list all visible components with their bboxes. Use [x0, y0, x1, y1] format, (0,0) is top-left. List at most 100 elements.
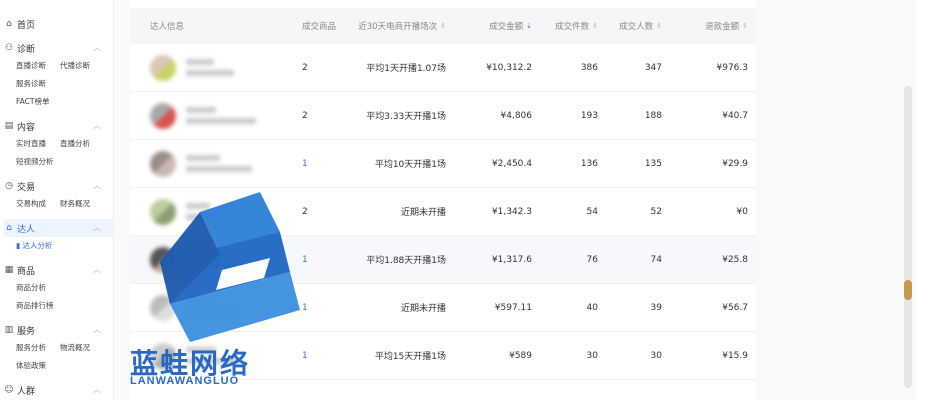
talent-info-cell [150, 92, 256, 139]
goods-count-cell[interactable]: 2 [302, 44, 308, 91]
refund-cell: ¥56.7 [722, 302, 748, 313]
sidebar-group-header[interactable]: ⚇ 诊断 ︿ [4, 39, 113, 57]
sidebar-group-header[interactable]: ▥ 服务 ︿ [4, 321, 113, 339]
sidebar-group-header[interactable]: ▤ 内容 ︿ [4, 117, 113, 135]
people-cell: 74 [650, 254, 662, 265]
sidebar-item[interactable]: 服务诊断 [16, 75, 60, 93]
scrollbar-thumb[interactable] [904, 280, 912, 300]
amount-cell: ¥4,806 [500, 110, 533, 121]
sidebar-group-header[interactable]: ◷ 交易 ︿ [4, 177, 113, 195]
sidebar-item[interactable]: 实时直播 [16, 135, 60, 153]
sort-icon[interactable]: ⇕ [592, 22, 598, 30]
sidebar-item[interactable]: 物流概况 [60, 339, 104, 357]
sidebar-item[interactable]: 直播分析 [60, 135, 104, 153]
sidebar-group-header[interactable]: ▦ 商品 ︿ [4, 261, 113, 279]
header-refund[interactable]: 退款金额 ⇕ [705, 8, 748, 44]
sidebar-item[interactable]: 短视频分析 [16, 153, 104, 171]
blurred-talent-name [186, 107, 256, 124]
sidebar-item[interactable]: 体验政策 [16, 357, 60, 375]
watermark-subtitle: LANWAWANGLUO [130, 375, 240, 387]
goods-icon: ▦ [4, 265, 14, 275]
sidebar-item[interactable]: FACT榜单 [16, 93, 104, 111]
sort-icon[interactable]: ⇕ [742, 22, 748, 30]
goods-count-cell[interactable]: 2 [302, 92, 308, 139]
header-amount[interactable]: 成交金额 ⇣ [489, 8, 532, 44]
chevron-up-icon[interactable]: ︿ [93, 120, 101, 131]
sidebar-item[interactable]: 直播诊断 [16, 57, 60, 75]
goods-count-cell[interactable]: 1 [302, 140, 308, 187]
live-frequency-cell: 平均10天开播1场 [374, 160, 446, 170]
sort-desc-icon[interactable]: ⇣ [526, 22, 532, 30]
sidebar-group-2: ▤ 内容 ︿ 实时直播 直播分析 短视频分析 [0, 117, 113, 171]
header-live-frequency[interactable]: 近30天电商开播场次 ⇕ [358, 8, 446, 44]
header-amount-label: 成交金额 [489, 22, 524, 32]
people-cell: 188 [644, 110, 662, 121]
header-pieces[interactable]: 成交件数 ⇕ [555, 8, 598, 44]
sidebar-group-label: 交易 [17, 182, 36, 193]
sidebar-group-header[interactable]: ☺ 人群 ︿ [4, 381, 113, 399]
header-live-frequency-label: 近30天电商开播场次 [358, 22, 438, 32]
refund-cell: ¥40.7 [722, 110, 748, 121]
sidebar-group-6: ▥ 服务 ︿ 服务分析 物流概况 体验政策 [0, 321, 113, 375]
sidebar-group-header[interactable]: ⌂ 首页 [4, 15, 113, 33]
sidebar-group-header[interactable]: ⌂ 达人 ︿ [4, 219, 113, 237]
watermark-logo: 蓝蛙网络 LANWAWANGLUO [130, 192, 320, 392]
chevron-up-icon[interactable]: ︿ [93, 42, 101, 53]
sidebar-group-label: 内容 [17, 122, 36, 133]
talent-info-cell [150, 140, 252, 187]
header-goods: 成交商品 [302, 22, 337, 32]
refund-cell: ¥15.9 [722, 350, 748, 361]
sort-icon[interactable]: ⇕ [656, 22, 662, 30]
sidebar-item[interactable]: 财务概况 [60, 195, 104, 213]
chevron-up-icon[interactable]: ︿ [93, 264, 101, 275]
avatar [150, 150, 176, 177]
sidebar-group-0: ⌂ 首页 [0, 15, 113, 33]
avatar [150, 102, 176, 129]
table-row[interactable]: 2 平均3.33天开播1场 ¥4,806 193 188 ¥40.7 [130, 92, 756, 140]
sidebar-item[interactable]: 服务分析 [16, 339, 60, 357]
table-row[interactable]: 2 平均1天开播1.07场 ¥10,312.2 386 347 ¥976.3 [130, 44, 756, 92]
amount-cell: ¥2,450.4 [491, 158, 532, 169]
sidebar-group-4: ⌂ 达人 ︿ ▮ 达人分析 [0, 219, 113, 255]
sidebar-group-label: 商品 [17, 266, 36, 277]
header-pieces-label: 成交件数 [555, 22, 590, 32]
chevron-up-icon[interactable]: ︿ [93, 222, 101, 233]
trade-icon: ◷ [5, 181, 13, 191]
sidebar-group-label: 首页 [17, 20, 36, 31]
sidebar-sub-items: 服务分析 物流概况 体验政策 [4, 339, 113, 375]
pieces-cell: 40 [586, 302, 598, 313]
sidebar-item[interactable]: ▮ 达人分析 [16, 237, 104, 255]
people-cell: 30 [650, 350, 662, 361]
sidebar-item[interactable]: 商品分析 [16, 279, 60, 297]
vertical-scrollbar[interactable] [904, 86, 912, 388]
avatar [150, 54, 176, 81]
chevron-up-icon[interactable]: ︿ [93, 384, 101, 395]
header-refund-label: 退款金额 [705, 22, 740, 32]
sidebar-item[interactable]: 代播诊断 [60, 57, 104, 75]
sidebar-item[interactable]: 交易构成 [16, 195, 60, 213]
people-cell: 347 [644, 62, 662, 73]
amount-cell: ¥1,342.3 [491, 206, 532, 217]
table-row[interactable]: 1 平均10天开播1场 ¥2,450.4 136 135 ¥29.9 [130, 140, 756, 188]
live-frequency-cell: 平均1.88天开播1场 [366, 256, 446, 266]
live-frequency-cell: 平均15天开播1场 [374, 352, 446, 362]
pieces-cell: 30 [586, 350, 598, 361]
sidebar-group-label: 人群 [17, 386, 36, 397]
chevron-up-icon[interactable]: ︿ [93, 324, 101, 335]
content-icon: ▤ [4, 121, 14, 131]
people-cell: 39 [650, 302, 662, 313]
sort-icon[interactable]: ⇕ [440, 22, 446, 30]
amount-cell: ¥589 [509, 350, 532, 361]
sidebar-group-label: 达人 [17, 224, 36, 235]
live-frequency-cell: 平均3.33天开播1场 [366, 112, 446, 122]
sidebar-sub-items: 交易构成 财务概况 [4, 195, 113, 213]
sidebar: ⌂ 首页 ⚇ 诊断 ︿ 直播诊断 代播诊断 服务诊断 FACT榜单 ▤ 内容 ︿ 实时直播 直播分析 短视频… [0, 0, 114, 400]
refund-cell: ¥976.3 [716, 62, 749, 73]
sidebar-group-3: ◷ 交易 ︿ 交易构成 财务概况 [0, 177, 113, 213]
watermark-emblem-icon [160, 192, 300, 342]
chevron-up-icon[interactable]: ︿ [93, 180, 101, 191]
sidebar-sub-items: 实时直播 直播分析 短视频分析 [4, 135, 113, 171]
sidebar-group-7: ☺人群︿核心人群人群画像 [0, 381, 113, 400]
sidebar-item[interactable]: 商品排行榜 [16, 297, 104, 315]
header-people[interactable]: 成交人数 ⇕ [619, 8, 662, 44]
